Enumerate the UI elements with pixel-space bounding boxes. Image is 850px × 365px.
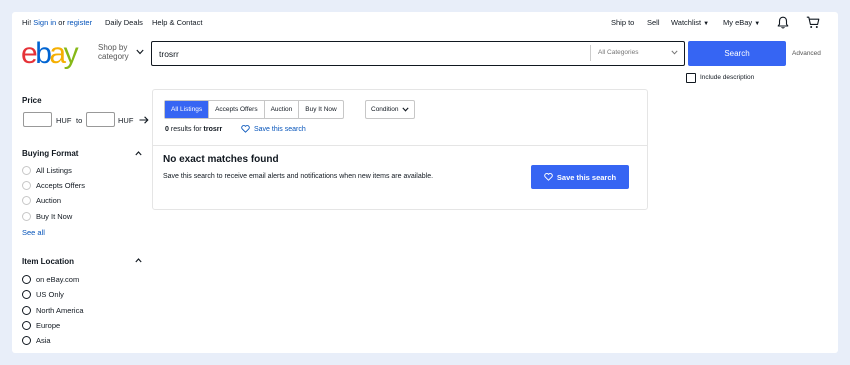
- condition-dropdown[interactable]: Condition: [365, 100, 416, 119]
- search-button[interactable]: Search: [688, 41, 786, 66]
- heart-icon: [241, 125, 250, 133]
- price-heading: Price: [22, 96, 42, 105]
- logo-letter-a: a: [49, 37, 66, 70]
- logo-letter-e: e: [21, 37, 38, 70]
- results-count-number: 0: [165, 126, 169, 133]
- item-location-option[interactable]: on eBay.com: [22, 274, 79, 285]
- divider: [153, 145, 647, 146]
- no-match-title: No exact matches found: [163, 154, 279, 165]
- buying-format-option[interactable]: All Listings: [22, 165, 72, 176]
- include-description-checkbox[interactable]: [686, 73, 696, 83]
- radio-icon: [22, 336, 31, 345]
- chevron-down-icon[interactable]: [136, 49, 144, 55]
- chevron-up-icon[interactable]: [135, 258, 142, 263]
- advanced-search-link[interactable]: Advanced: [792, 50, 821, 57]
- shop-by-category-button[interactable]: Shop by category: [98, 43, 129, 61]
- radio-icon: [22, 166, 31, 175]
- or-text: or: [58, 18, 65, 27]
- item-location-option[interactable]: US Only: [22, 289, 64, 300]
- option-label: Accepts Offers: [36, 181, 86, 190]
- item-location-option[interactable]: Europe: [22, 320, 60, 331]
- option-label: North America: [36, 306, 84, 315]
- chevron-down-icon: ▼: [754, 21, 761, 27]
- cart-icon[interactable]: [806, 16, 820, 29]
- price-min-currency: HUF: [56, 116, 72, 125]
- shop-by-line2: category: [98, 51, 129, 61]
- results-query: trosrr: [203, 126, 223, 133]
- item-location-option[interactable]: Asia: [22, 335, 51, 346]
- option-label: Buy It Now: [36, 212, 73, 221]
- price-max-currency: HUF: [118, 116, 134, 125]
- buying-format-heading: Buying Format: [22, 149, 79, 158]
- include-description-label: Include description: [700, 74, 755, 81]
- ebay-logo[interactable]: ebay: [21, 37, 79, 70]
- radio-icon: [22, 321, 31, 330]
- price-to-label: to: [76, 116, 83, 125]
- chevron-up-icon[interactable]: [135, 151, 142, 156]
- radio-icon: [22, 275, 31, 284]
- register-link[interactable]: register: [67, 18, 92, 27]
- watchlist-menu[interactable]: Watchlist ▼: [671, 18, 709, 27]
- save-search-button-label: Save this search: [556, 172, 617, 182]
- top-bar: Hi! Sign in or register Daily Deals Help…: [12, 12, 838, 34]
- greeting: Hi! Sign in or register: [22, 18, 92, 27]
- greeting-text: Hi!: [22, 18, 32, 27]
- logo-letter-y: y: [63, 37, 79, 70]
- radio-icon: [22, 196, 31, 205]
- save-search-link-label: Save this search: [254, 125, 306, 133]
- chevron-down-icon: [402, 107, 410, 112]
- buying-format-option[interactable]: Accepts Offers: [22, 180, 85, 191]
- results-panel: All Listings Accepts Offers Auction Buy …: [152, 89, 648, 210]
- save-search-link[interactable]: Save this search: [241, 125, 306, 133]
- no-match-description: Save this search to receive email alerts…: [163, 173, 434, 180]
- chevron-down-icon: [671, 50, 678, 55]
- radio-icon: [22, 306, 31, 315]
- category-select-label: All Categories: [598, 49, 639, 56]
- option-label: US Only: [36, 290, 64, 299]
- see-all-link[interactable]: See all: [22, 228, 45, 237]
- arrow-right-icon[interactable]: [139, 116, 149, 124]
- listing-type-tabs: All Listings Accepts Offers Auction Buy …: [164, 100, 344, 119]
- option-label: All Listings: [36, 166, 72, 175]
- help-contact-link[interactable]: Help & Contact: [152, 18, 202, 27]
- radio-icon: [22, 181, 31, 190]
- search-input[interactable]: trosrr All Categories: [151, 41, 685, 66]
- search-value: trosrr: [159, 49, 179, 59]
- option-label: on eBay.com: [36, 275, 80, 284]
- my-ebay-menu[interactable]: My eBay ▼: [723, 18, 760, 27]
- bell-icon[interactable]: [777, 16, 789, 29]
- results-count: 0 results for trosrr: [165, 126, 222, 133]
- buying-format-option[interactable]: Auction: [22, 195, 61, 206]
- save-search-button[interactable]: Save this search: [531, 165, 629, 189]
- sell-link[interactable]: Sell: [647, 18, 660, 27]
- tab-accepts-offers[interactable]: Accepts Offers: [209, 101, 265, 118]
- tab-all-listings[interactable]: All Listings: [165, 101, 210, 118]
- tab-auction[interactable]: Auction: [265, 101, 300, 118]
- option-label: Auction: [36, 196, 62, 205]
- ship-to-link[interactable]: Ship to: [611, 18, 634, 27]
- option-label: Asia: [36, 336, 51, 345]
- item-location-heading: Item Location: [22, 257, 75, 266]
- price-max-input[interactable]: [86, 112, 115, 127]
- results-for-text: results for: [170, 126, 202, 133]
- price-min-input[interactable]: [23, 112, 52, 127]
- heart-icon: [544, 173, 553, 181]
- chevron-down-icon: ▼: [703, 21, 710, 27]
- daily-deals-link[interactable]: Daily Deals: [105, 18, 143, 27]
- tab-buy-it-now[interactable]: Buy It Now: [299, 101, 342, 118]
- logo-letter-b: b: [35, 37, 52, 70]
- radio-icon: [22, 212, 31, 221]
- option-label: Europe: [36, 321, 61, 330]
- ebay-page: Hi! Sign in or register Daily Deals Help…: [12, 12, 838, 353]
- buying-format-option[interactable]: Buy It Now: [22, 211, 72, 222]
- radio-icon: [22, 290, 31, 299]
- category-select[interactable]: All Categories: [590, 45, 682, 61]
- watchlist-label: Watchlist: [671, 18, 702, 27]
- condition-label: Condition: [371, 106, 399, 113]
- item-location-option[interactable]: North America: [22, 305, 84, 316]
- sign-in-link[interactable]: Sign in: [33, 18, 56, 27]
- my-ebay-label: My eBay: [723, 18, 753, 27]
